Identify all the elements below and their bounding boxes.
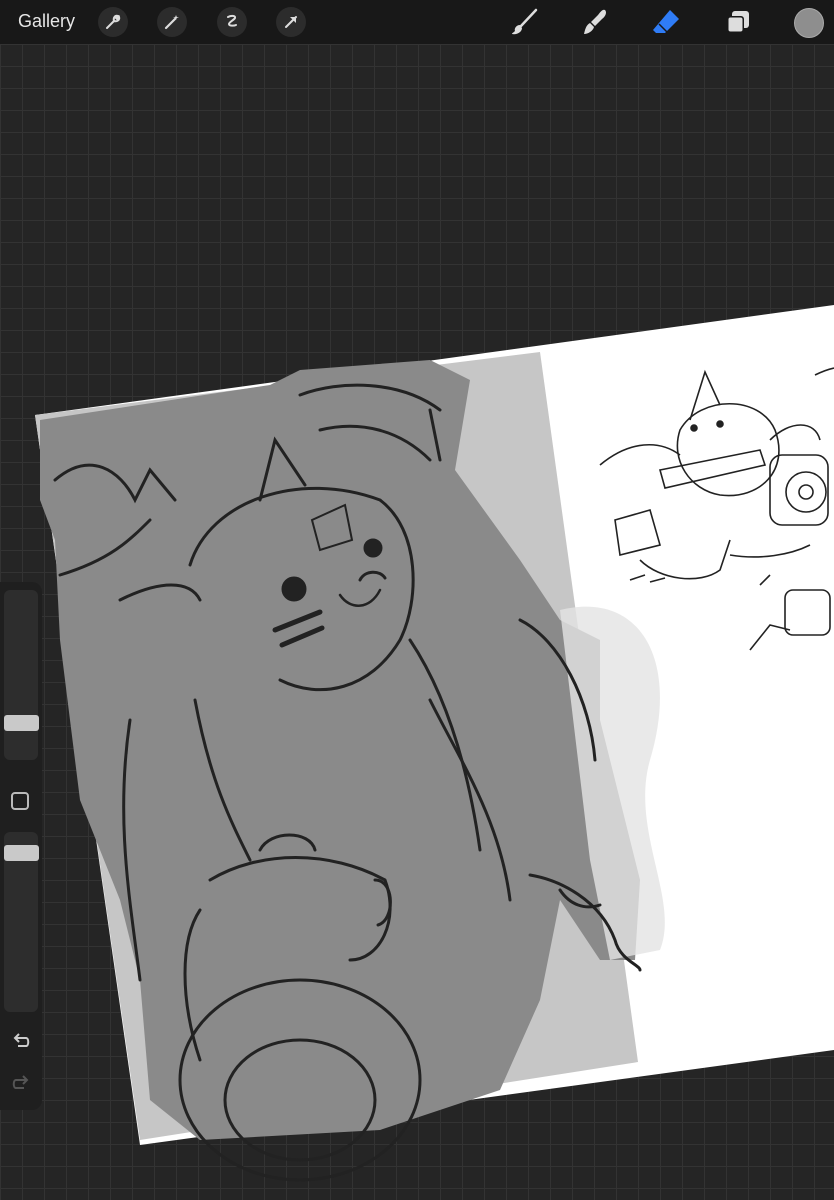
eraser-icon — [653, 10, 679, 34]
brush-size-slider[interactable] — [4, 590, 38, 760]
opacity-thumb[interactable] — [4, 845, 39, 861]
brush-icon — [512, 8, 538, 35]
adjustments-button[interactable] — [157, 7, 187, 37]
wrench-icon — [106, 14, 121, 29]
layers-button[interactable] — [721, 5, 755, 39]
smudge-icon — [584, 9, 606, 34]
brush-size-thumb[interactable] — [4, 715, 39, 731]
selection-icon — [227, 14, 237, 27]
drawing-canvas[interactable] — [0, 0, 834, 1200]
transform-arrow-icon — [285, 16, 297, 28]
top-toolbar: Gallery — [0, 0, 834, 44]
modify-button[interactable] — [11, 792, 29, 810]
redo-icon[interactable] — [10, 1073, 32, 1095]
brush-tool-button[interactable] — [507, 5, 541, 39]
eraser-tool-button[interactable] — [649, 5, 683, 39]
transform-button[interactable] — [276, 7, 306, 37]
layers-icon — [727, 11, 749, 33]
gallery-button[interactable]: Gallery — [18, 11, 75, 32]
color-picker-button[interactable] — [794, 8, 824, 38]
magic-wand-icon — [164, 15, 179, 30]
undo-icon[interactable] — [10, 1031, 32, 1053]
smudge-tool-button[interactable] — [578, 5, 612, 39]
selection-button[interactable] — [217, 7, 247, 37]
actions-button[interactable] — [98, 7, 128, 37]
